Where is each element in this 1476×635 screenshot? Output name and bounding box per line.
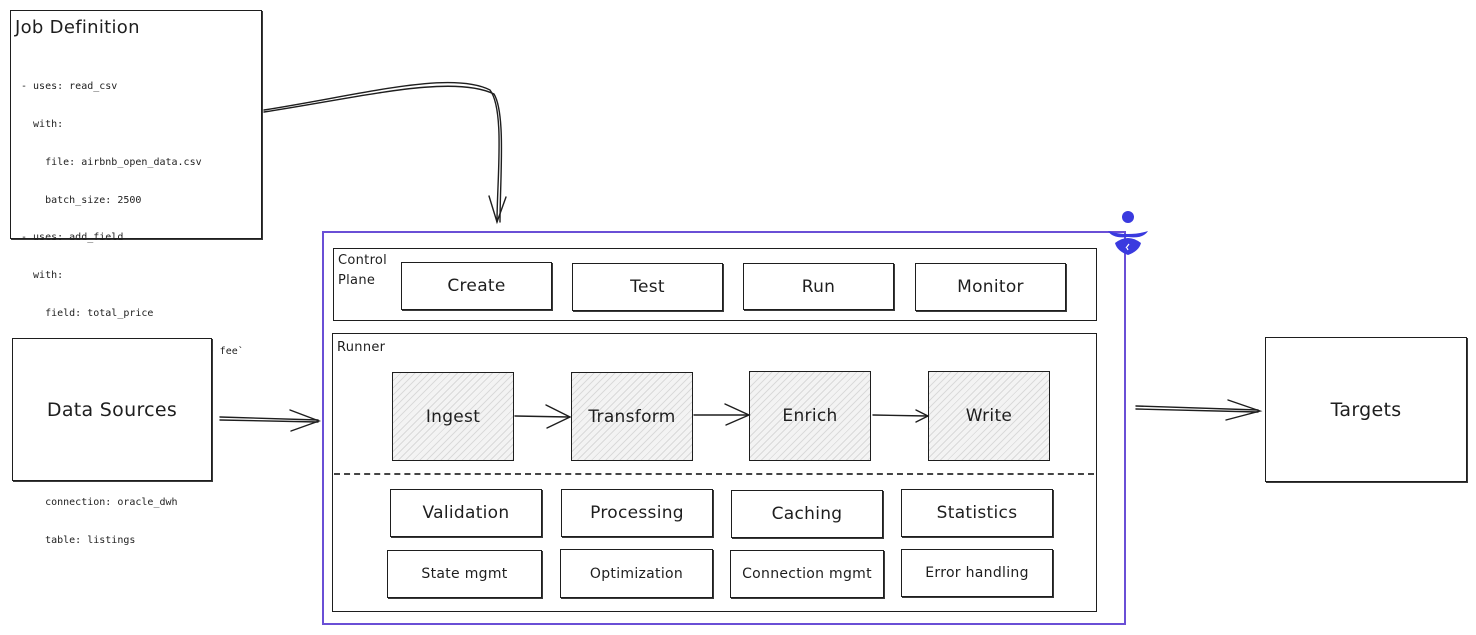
targets-box: Targets	[1265, 337, 1467, 482]
capability-label: Caching	[771, 504, 843, 524]
code-line: field: total_price	[21, 307, 154, 319]
job-definition-box: Job Definition - uses: read_csv with: fi…	[10, 10, 262, 546]
capability-caching: Caching	[731, 490, 883, 538]
arrowhead	[1225, 399, 1263, 421]
capability-label: Connection mgmt	[742, 566, 872, 582]
control-plane-label-line2: Plane	[338, 273, 376, 288]
capability-label: State mgmt	[421, 566, 508, 582]
code-line: table: listings	[21, 534, 136, 546]
logo-svg	[1108, 211, 1148, 255]
capability-state-mgmt: State mgmt	[387, 550, 542, 598]
capability-label: Statistics	[936, 503, 1018, 523]
capability-statistics: Statistics	[901, 489, 1053, 537]
code-line: - uses: add_field	[21, 232, 124, 244]
code-line: - uses: read_csv	[21, 81, 118, 93]
code-line: file: airbnb_open_data.csv	[21, 156, 202, 168]
code-line: with:	[21, 270, 64, 282]
capability-connection-mgmt: Connection mgmt	[730, 550, 884, 598]
job-definition-title: Job Definition	[15, 17, 140, 38]
yogi-figure-icon	[1105, 209, 1151, 259]
control-create-label: Create	[447, 276, 506, 296]
capability-validation: Validation	[390, 489, 542, 537]
runner-dashed-divider	[334, 473, 1094, 475]
pipeline-stage-transform: Transform	[571, 372, 693, 461]
capability-label: Optimization	[589, 565, 684, 582]
control-plane-label: Control Plane	[338, 251, 387, 291]
capability-optimization: Optimization	[560, 549, 713, 598]
code-line: batch_size: 2500	[21, 194, 142, 206]
capability-label: Processing	[590, 503, 684, 523]
job-definition-code: - uses: read_csv with: file: airbnb_open…	[21, 56, 244, 572]
pipeline-stage-label: Transform	[588, 406, 676, 427]
code-line: connection: oracle_dwh	[21, 496, 178, 508]
pipeline-stage-label: Enrich	[782, 406, 838, 426]
runner-label: Runner	[337, 340, 386, 355]
control-plane-label-line1: Control	[338, 253, 388, 268]
pipeline-stage-enrich: Enrich	[749, 371, 871, 461]
capability-error-handling: Error handling	[901, 549, 1053, 597]
capability-processing: Processing	[561, 489, 713, 537]
code-line: with:	[21, 118, 64, 130]
control-run-label: Run	[801, 276, 836, 297]
control-monitor-label: Monitor	[957, 277, 1024, 297]
arrowhead	[289, 409, 322, 432]
pipeline-stage-ingest: Ingest	[392, 372, 514, 461]
pipeline-stage-write: Write	[928, 371, 1050, 461]
control-run-button[interactable]: Run	[743, 263, 894, 310]
job-to-platform-arrow	[263, 81, 500, 223]
control-test-button[interactable]: Test	[572, 263, 723, 311]
capability-label: Error handling	[925, 565, 1029, 581]
pipeline-stage-label: Ingest	[425, 406, 481, 427]
platform-to-targets-arrow	[1135, 405, 1259, 411]
job-to-platform-arrow-double	[263, 85, 503, 223]
capability-label: Validation	[422, 503, 510, 523]
data-sources-box: Data Sources	[12, 338, 212, 481]
data-sources-label: Data Sources	[46, 398, 178, 421]
control-create-button[interactable]: Create	[401, 262, 552, 310]
targets-label: Targets	[1330, 398, 1402, 421]
control-test-label: Test	[630, 277, 665, 297]
pipeline-stage-label: Write	[965, 406, 1013, 426]
arrowhead	[488, 195, 507, 225]
control-monitor-button[interactable]: Monitor	[915, 263, 1066, 311]
